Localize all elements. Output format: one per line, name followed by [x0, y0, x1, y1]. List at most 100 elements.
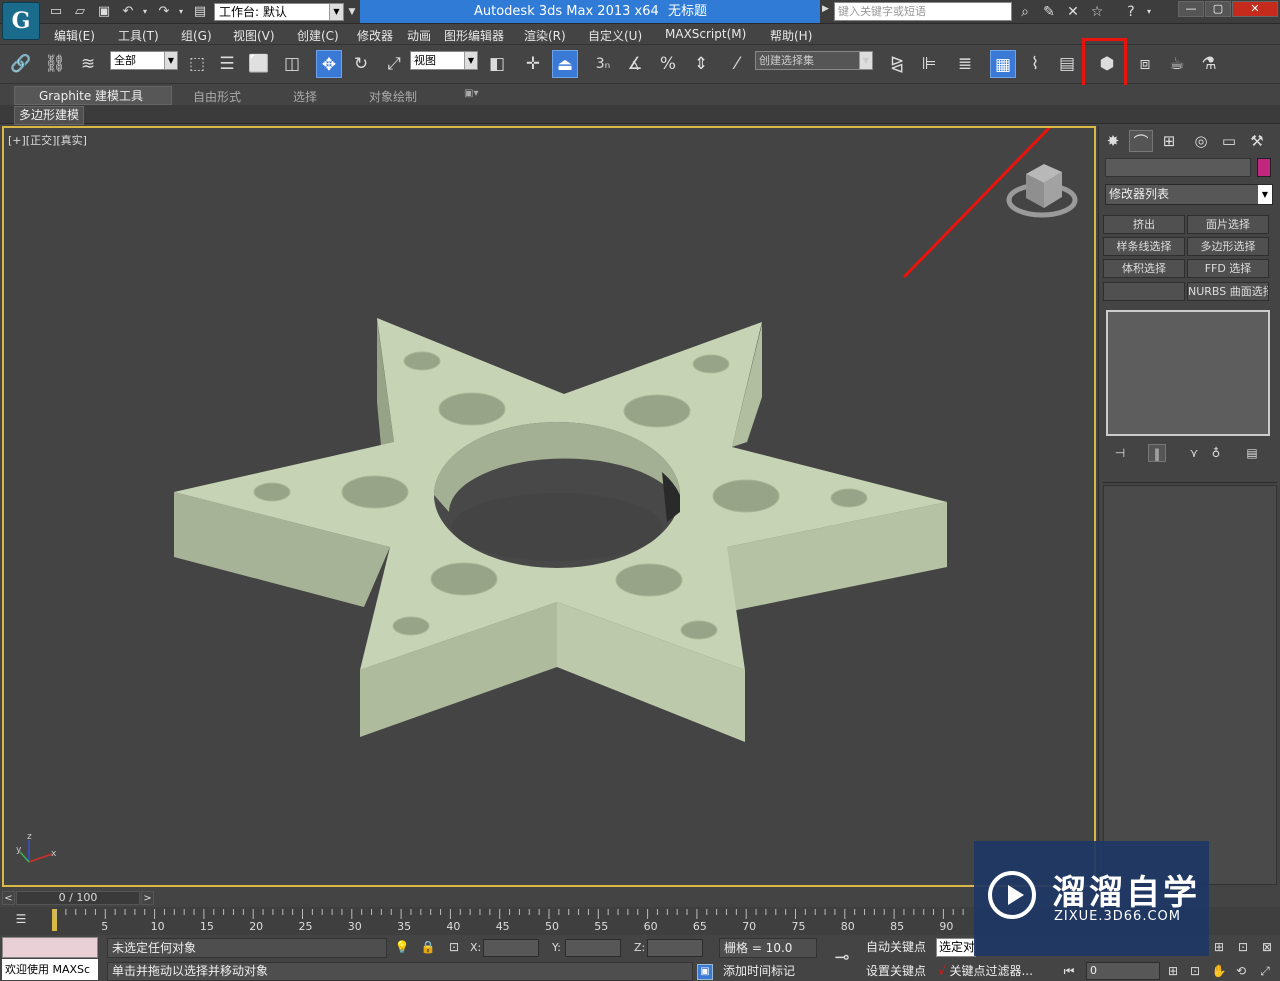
render-setup-icon[interactable]: ⧈ — [1132, 50, 1158, 78]
menu-views[interactable]: 视图(V) — [233, 27, 275, 44]
tab-selection[interactable]: 选择 — [293, 88, 317, 105]
pivot-center-icon[interactable]: ◧ — [484, 50, 510, 78]
next-frame-icon[interactable]: > — [141, 891, 154, 905]
favorites-star-icon[interactable]: ☆ — [1088, 3, 1106, 21]
schematic-view-icon[interactable]: ▤ — [1054, 50, 1080, 78]
extrude-button[interactable]: 挤出 — [1103, 215, 1185, 234]
select-object-icon[interactable]: ⬚ — [184, 50, 210, 78]
configure-modifier-sets-icon[interactable]: ▤ — [1243, 444, 1261, 462]
previous-frame-icon[interactable]: < — [2, 891, 15, 905]
hierarchy-tab-icon[interactable]: ⊞ — [1157, 130, 1181, 152]
search-expand-icon[interactable]: ▶ — [822, 4, 829, 14]
selection-lock-icon[interactable]: 🔒 — [420, 939, 436, 955]
menu-group[interactable]: 组(G) — [181, 27, 212, 44]
pan-view-icon[interactable]: ✋ — [1210, 962, 1228, 980]
menu-animation[interactable]: 动画 — [407, 27, 431, 44]
set-key-button[interactable]: 设置关键点 — [866, 962, 934, 981]
redo-icon[interactable]: ↷ — [156, 4, 172, 20]
mirror-icon[interactable]: ⧎ — [884, 50, 910, 78]
menu-customize[interactable]: 自定义(U) — [588, 27, 642, 44]
ribbon-options-icon[interactable]: ▣▾ — [464, 88, 478, 99]
object-name-field[interactable] — [1105, 158, 1251, 177]
open-file-icon[interactable]: ▱ — [72, 4, 88, 20]
empty-modifier-button[interactable] — [1103, 282, 1185, 301]
key-filters-button[interactable]: √ 关键点过滤器... — [938, 962, 1050, 981]
key-filter-selection-dropdown[interactable]: 选定对 — [936, 938, 976, 957]
select-and-link-icon[interactable]: 🔗 — [8, 50, 34, 78]
menu-tools[interactable]: 工具(T) — [118, 27, 159, 44]
absolute-mode-icon[interactable]: ⊡ — [446, 939, 462, 955]
named-selection-dropdown[interactable]: 创建选择集 ▼ — [755, 51, 873, 70]
menu-rendering[interactable]: 渲染(R) — [524, 27, 566, 44]
subscription-icon[interactable]: ✎ — [1040, 3, 1058, 21]
keyboard-shortcut-override-icon[interactable]: ⏏ — [552, 50, 578, 78]
add-time-tag[interactable]: 添加时间标记 — [719, 962, 817, 981]
modify-tab-icon[interactable]: ⌒ — [1129, 130, 1153, 152]
isolate-selection-icon[interactable]: 💡 — [394, 939, 410, 955]
curve-editor-icon[interactable]: ⌇ — [1022, 50, 1048, 78]
time-tag-icon[interactable]: ▣ — [697, 964, 713, 980]
graphite-toggle-icon[interactable]: ▦ — [990, 50, 1016, 78]
unlink-icon[interactable]: ⛓ — [42, 50, 68, 78]
object-color-swatch[interactable] — [1257, 158, 1271, 177]
percent-snap-icon[interactable]: % — [655, 50, 681, 78]
redo-dropdown-icon[interactable]: ▾ — [176, 4, 186, 20]
binoculars-icon[interactable]: ⌕ — [1016, 3, 1034, 21]
window-crossing-icon[interactable]: ◫ — [279, 50, 305, 78]
edit-named-selection-icon[interactable]: ⁄ — [724, 50, 750, 78]
spinner-snap-icon[interactable]: ⇕ — [688, 50, 714, 78]
new-file-icon[interactable]: ▭ — [48, 4, 64, 20]
z-coordinate-field[interactable] — [647, 939, 703, 957]
menu-create[interactable]: 创建(C) — [297, 27, 339, 44]
ffd-select-button[interactable]: FFD 选择 — [1187, 259, 1269, 278]
quick-access-more-icon[interactable]: ▼ — [346, 3, 358, 21]
search-input[interactable]: 键入关键字或短语 — [834, 2, 1012, 21]
modifier-stack[interactable] — [1106, 310, 1270, 436]
bind-space-warp-icon[interactable]: ≋ — [75, 50, 101, 78]
timeline-ruler[interactable]: 5 10 15 20 25 30 35 40 45 50 55 60 65 70 75 80 85 90 — [44, 907, 974, 935]
viewport-front[interactable]: [+][正交][真实] z x y — [2, 126, 1096, 887]
spline-select-button[interactable]: 样条线选择 — [1103, 237, 1185, 256]
zoom-extents-icon[interactable]: ⊞ — [1164, 962, 1182, 980]
set-keys-icon[interactable]: ⊸ — [828, 947, 856, 968]
maximize-viewport-icon[interactable]: ⤢ — [1256, 962, 1274, 980]
menu-edit[interactable]: 编辑(E) — [54, 27, 95, 44]
maximize-button[interactable]: ▢ — [1205, 1, 1231, 17]
select-and-rotate-icon[interactable]: ↻ — [348, 50, 374, 78]
help-icon[interactable]: ? — [1122, 3, 1140, 21]
modifier-list-dropdown[interactable]: 修改器列表 ▼ — [1105, 184, 1273, 205]
snaps-toggle-icon[interactable]: 3ₙ — [590, 50, 616, 78]
volume-select-button[interactable]: 体积选择 — [1103, 259, 1185, 278]
y-coordinate-field[interactable] — [565, 939, 621, 957]
rendered-frame-window-icon[interactable]: ☕ — [1164, 50, 1190, 78]
project-folder-icon[interactable]: ▤ — [192, 4, 208, 20]
nurbs-surface-select-button[interactable]: NURBS 曲面选择 — [1187, 282, 1269, 301]
undo-dropdown-icon[interactable]: ▾ — [140, 4, 150, 20]
current-frame-field[interactable]: 0 — [1086, 962, 1160, 980]
minimize-button[interactable]: — — [1178, 1, 1204, 17]
rectangular-selection-icon[interactable]: ⬜ — [246, 50, 272, 78]
tab-graphite-modeling[interactable]: Graphite 建模工具 — [14, 86, 172, 105]
tab-object-paint[interactable]: 对象绘制 — [369, 88, 417, 105]
zoom-all-icon[interactable]: ⊠ — [1258, 938, 1276, 956]
menu-modifiers[interactable]: 修改器 — [357, 27, 393, 44]
select-and-move-icon[interactable]: ✥ — [316, 50, 342, 78]
render-production-icon[interactable]: ⚗ — [1196, 50, 1222, 78]
undo-icon[interactable]: ↶ — [120, 4, 136, 20]
zoom-extents-all-icon[interactable]: ⊞ — [1210, 938, 1228, 956]
zoom-region-icon[interactable]: ⊡ — [1234, 938, 1252, 956]
select-manipulate-icon[interactable]: ✛ — [520, 50, 546, 78]
menu-help[interactable]: 帮助(H) — [770, 27, 812, 44]
help-dropdown-icon[interactable]: ▾ — [1144, 3, 1154, 21]
workspace-dropdown[interactable]: 工作台: 默认 ▼ — [214, 3, 344, 21]
field-of-view-icon[interactable]: ⊡ — [1186, 962, 1204, 980]
time-config-icon[interactable]: ⏮ — [1060, 962, 1078, 980]
mini-curve-editor-icon[interactable]: ☰ — [12, 912, 30, 930]
display-tab-icon[interactable]: ▭ — [1217, 130, 1241, 152]
x-coordinate-field[interactable] — [483, 939, 539, 957]
motion-tab-icon[interactable]: ◎ — [1189, 130, 1213, 152]
patch-select-button[interactable]: 面片选择 — [1187, 215, 1269, 234]
show-end-result-icon[interactable]: ‖ — [1148, 444, 1166, 462]
app-menu-button[interactable]: G — [2, 2, 40, 40]
time-slider-thumb[interactable]: 0 / 100 — [16, 891, 140, 905]
